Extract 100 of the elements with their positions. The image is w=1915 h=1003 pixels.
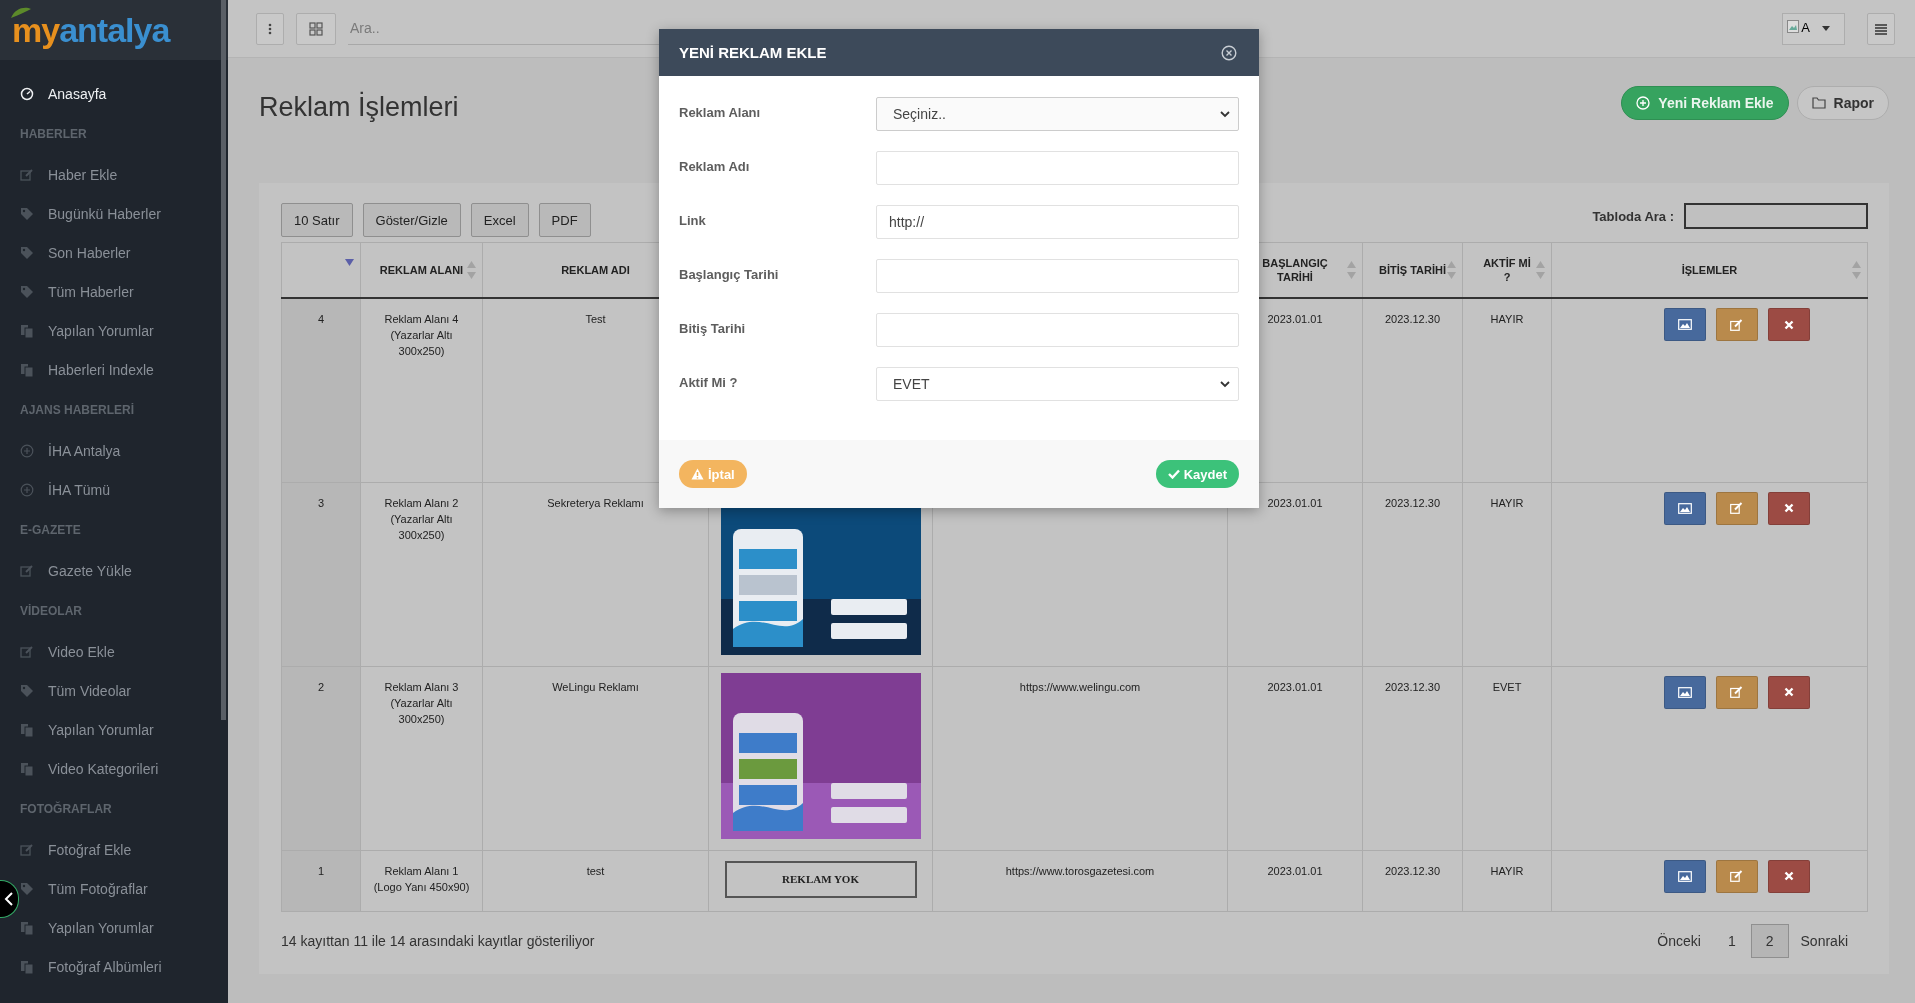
table-cell: 2023.12.30 [1384,680,1441,693]
image-button[interactable] [1663,859,1706,893]
sidebar-item[interactable]: Haber Ekle [20,155,228,194]
user-menu[interactable]: A [1782,12,1845,45]
x-icon [1783,687,1794,697]
sort-descending-icon[interactable] [345,259,354,266]
sidebar-item[interactable]: Video Ekle [20,632,228,671]
grid-button[interactable] [296,12,336,45]
x-icon [1783,319,1794,330]
table-cell: WeLingu Reklamı [552,680,639,693]
toolbar-button[interactable]: 10 Satır [281,203,353,237]
sidebar-item[interactable]: Anasayfa [20,74,228,113]
page-link[interactable]: 2 [1750,923,1789,958]
sidebar-item[interactable]: Yapılan Yorumlar [20,908,228,947]
sidebar-item[interactable]: Son Haberler [20,233,228,272]
edit-icon [1730,318,1743,331]
dropdown[interactable]: EVET [876,367,1239,401]
delete-button[interactable] [1767,859,1810,893]
section-heading: VİDEOLAR [20,603,83,620]
edit-button[interactable] [1715,308,1758,341]
close-icon[interactable] [1221,44,1237,61]
field-label: Reklam Adı [679,158,751,174]
field-label: Reklam Alanı [679,104,762,120]
gauge-icon [20,86,34,101]
sidebar-item[interactable]: Yapılan Yorumlar [20,710,228,749]
files-icon [20,959,34,974]
table-cell: https://www.welingu.com [1019,680,1141,693]
edit-button[interactable] [1715,491,1758,525]
toolbar-button[interactable]: Excel [470,203,529,237]
image-icon [1677,319,1692,330]
input-field[interactable] [876,313,1239,347]
input-field[interactable] [876,151,1239,185]
table-cell: 2023.01.01 [1267,313,1323,325]
sidebar-item[interactable]: Gazete Yükle [20,551,228,590]
files-icon [20,323,34,338]
add-button[interactable]: Yeni Reklam Ekle [1621,86,1789,120]
menu-button[interactable] [1867,12,1895,45]
delete-button[interactable] [1767,308,1810,341]
table-cell-text: Reklam Alanı 4 (Yazarlar Altı 300x250) [383,312,460,359]
leaf-icon [10,6,32,20]
sidebar-item[interactable]: Yapılan Yorumlar [20,311,228,350]
chevron-down-icon [1220,110,1230,118]
caret-icon [1822,25,1830,31]
table-cell: HAYIR [1490,864,1524,877]
image-icon [1677,686,1692,698]
files-icon [20,362,34,377]
sidebar-item[interactable]: Haberleri Indexle [20,350,228,389]
delete-button[interactable] [1767,675,1810,709]
table-cell-text: Reklam Alanı 1 (Logo Yanı 450x90) [373,863,470,895]
sidebar-item[interactable]: İHA Antalya [20,431,228,470]
image-button[interactable] [1663,491,1706,525]
plus-circle-icon [1636,96,1651,110]
field-label: Aktif Mi ? [679,374,739,390]
input-field[interactable]: http:// [876,205,1239,239]
field-label: Link [679,212,707,228]
previous-link[interactable]: Önceki [1645,924,1713,957]
column-header[interactable]: BİTİŞ TARİHİ [1379,263,1446,277]
edit-button[interactable] [1715,675,1758,709]
dots-icon [268,22,272,35]
modal-title: YENİ REKLAM EKLE [679,44,827,61]
table-cell: 1 [317,864,325,877]
toolbar-button[interactable]: Göster/Gizle [362,203,461,237]
edit-icon [20,563,34,578]
table-cell: HAYIR [1490,313,1524,325]
image-button[interactable] [1663,308,1706,341]
plus-circle-icon [20,443,34,458]
toolbar-button[interactable]: PDF [538,203,591,237]
no-ad-banner: REKLAM YOK [724,860,917,898]
section-heading: AJANS HABERLERİ [20,402,135,419]
sidebar-item[interactable]: İHA Tümü [20,470,228,509]
column-header[interactable]: REKLAM ALANI [377,263,466,277]
edit-icon [1730,502,1743,514]
sidebar-item[interactable]: Bugünkü Haberler [20,194,228,233]
menu-icon [1874,22,1888,35]
x-icon [1783,871,1794,881]
table-cell: 4 [317,313,325,325]
sidebar-item[interactable]: Tüm Haberler [20,272,228,311]
sidebar-item[interactable]: Video Kategorileri [20,749,228,788]
next-link[interactable]: Sonraki [1788,924,1860,957]
edit-icon [20,644,34,659]
edit-icon [20,167,34,182]
image-button[interactable] [1663,675,1706,709]
table-info: 14 kayıttan 11 ile 14 arasındaki kayıtlar gösteriliyor [281,932,595,949]
section-heading: E-GAZETE [20,522,82,539]
sidebar-item[interactable]: Tüm Videolar [20,671,228,710]
delete-button[interactable] [1767,491,1810,525]
table-search-field[interactable] [1684,203,1868,229]
sidebar-item[interactable]: Fotoğraf Ekle [20,830,228,869]
input-field[interactable] [876,259,1239,293]
edit-button[interactable] [1715,859,1758,893]
table-cell-text: Reklam Alanı 2 (Yazarlar Altı 300x250) [383,495,460,543]
report-button[interactable]: Rapor [1796,86,1889,120]
image-icon [1677,870,1692,882]
collapse-button[interactable] [0,880,19,918]
dropdown[interactable]: Seçiniz.. [876,97,1239,131]
page-link[interactable]: 1 [1712,923,1751,958]
edit-icon [1730,870,1743,882]
sidebar-item[interactable]: Tüm Fotoğraflar [20,869,228,908]
page-title: Reklam İşlemleri [259,90,459,123]
sidebar-item[interactable]: Fotoğraf Albümleri [20,947,228,986]
